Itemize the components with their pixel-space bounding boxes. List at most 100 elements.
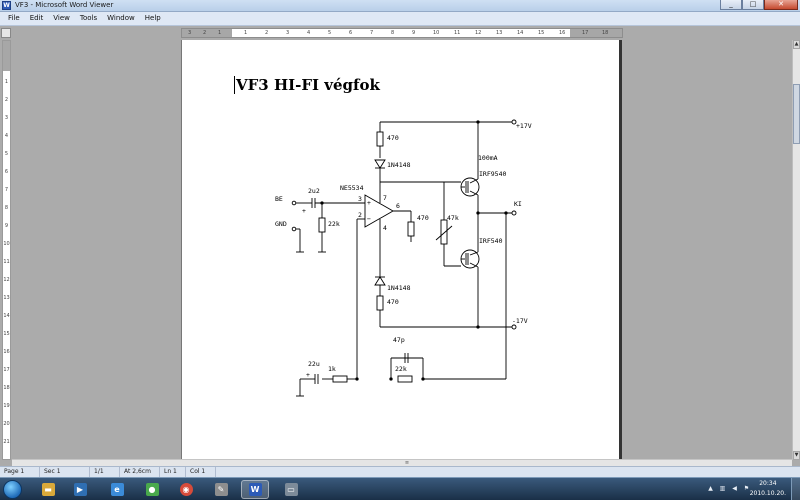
- ruler-number: 7: [370, 30, 374, 36]
- ruler-number: 2: [4, 97, 9, 103]
- amplifier-schematic: 470 +17V 1N4148 100mA NE5534 IRF9540 BE …: [275, 119, 532, 397]
- ruler-top-margin: [3, 41, 10, 71]
- ruler-number: 18: [602, 30, 609, 36]
- status-position: At 2,6cm: [120, 467, 160, 477]
- ruler-number: 1: [218, 30, 222, 36]
- document-area: VF3 HI-FI végfok 470 +17V 1N4148 100mA N…: [12, 40, 792, 460]
- vertical-ruler[interactable]: 1 2 3 4 5 6 7 8 9 10 11 12 13 14 15 16 17 18 19 20 21: [2, 40, 11, 460]
- label-mosfet-p: IRF9540: [479, 170, 506, 178]
- ruler-number: 16: [559, 30, 566, 36]
- tray-arrow-icon[interactable]: ▲: [706, 484, 715, 493]
- ruler-number: 13: [3, 295, 10, 301]
- status-line: Ln 1: [160, 467, 186, 477]
- ruler-number: 15: [3, 331, 10, 337]
- close-button[interactable]: ✕: [764, 0, 798, 10]
- ruler-number: 3: [188, 30, 192, 36]
- network-drive-icon[interactable]: ▭: [277, 480, 305, 499]
- ruler-number: 19: [3, 403, 10, 409]
- taskbar: ▬ ▶ e ● ◉ ✎ W ▭ ▲ ▥ ◀ ⚑ 20:34 2010.10.20…: [0, 477, 800, 500]
- label-cap-fb: 47p: [393, 336, 405, 344]
- paint-icon[interactable]: ✎: [207, 480, 235, 499]
- ruler-number: 21: [3, 439, 10, 445]
- ruler-number: 7: [4, 187, 9, 193]
- chrome-icon[interactable]: ◉: [172, 480, 200, 499]
- minimize-button[interactable]: _: [720, 0, 742, 10]
- clock[interactable]: 20:34 2010.10.20.: [750, 479, 786, 499]
- document-page[interactable]: VF3 HI-FI végfok 470 +17V 1N4148 100mA N…: [181, 40, 622, 460]
- label-pin2: 2: [358, 211, 362, 219]
- title-bar: W VF3 - Microsoft Word Viewer _ □ ✕: [0, 0, 800, 12]
- label-cap-plus: +: [302, 207, 306, 215]
- menu-tools[interactable]: Tools: [75, 12, 102, 25]
- label-minus: −: [367, 215, 371, 223]
- ruler-number: 9: [412, 30, 416, 36]
- label-r-mid: 470: [417, 214, 429, 222]
- label-pin3: 3: [358, 195, 362, 203]
- menu-window[interactable]: Window: [102, 12, 140, 25]
- menu-edit[interactable]: Edit: [25, 12, 49, 25]
- show-desktop-button[interactable]: [791, 478, 800, 500]
- schematic-labels: 470 +17V 1N4148 100mA NE5534 IRF9540 BE …: [275, 122, 532, 379]
- ruler-number: 15: [538, 30, 545, 36]
- scroll-up-arrow-icon[interactable]: ▲: [793, 40, 800, 49]
- label-opamp: NE5534: [340, 184, 364, 192]
- ruler-number: 17: [3, 367, 10, 373]
- word-viewer-icon[interactable]: W: [241, 480, 269, 499]
- ruler-number: 14: [517, 30, 524, 36]
- label-supply-neg: -17V: [512, 317, 528, 325]
- ruler-number: 10: [3, 241, 10, 247]
- label-supply-pos: +17V: [516, 122, 532, 130]
- word-viewer-icon[interactable]: W: [2, 1, 11, 10]
- label-plus: +: [367, 199, 371, 207]
- status-page-count: 1/1: [90, 467, 120, 477]
- volume-icon[interactable]: ◀: [730, 484, 739, 493]
- status-bar: Page 1 Sec 1 1/1 At 2,6cm Ln 1 Col 1: [0, 466, 800, 477]
- ruler-number: 14: [3, 313, 10, 319]
- messenger-icon[interactable]: ●: [138, 480, 166, 499]
- ruler-right-margin: [570, 29, 622, 37]
- media-player-icon[interactable]: ▶: [66, 480, 94, 499]
- ruler-number: 3: [4, 115, 9, 121]
- ruler-number: 18: [3, 385, 10, 391]
- scroll-down-arrow-icon[interactable]: ▼: [793, 451, 800, 460]
- network-icon[interactable]: ▥: [718, 484, 727, 493]
- ruler-number: 4: [4, 133, 9, 139]
- menu-bar: File Edit View Tools Window Help: [0, 12, 800, 26]
- ruler-number: 8: [4, 205, 9, 211]
- ruler-number: 20: [3, 421, 10, 427]
- ruler-number: 11: [454, 30, 461, 36]
- window-controls: _ □ ✕: [720, 0, 798, 11]
- ruler-number: 13: [496, 30, 503, 36]
- menu-view[interactable]: View: [48, 12, 75, 25]
- label-pin7: 7: [383, 194, 387, 202]
- horizontal-scrollbar[interactable]: ≡: [12, 459, 792, 466]
- start-button[interactable]: [3, 480, 22, 499]
- window-title: VF3 - Microsoft Word Viewer: [15, 1, 114, 9]
- ruler-number: 1: [244, 30, 248, 36]
- status-column: Col 1: [186, 467, 216, 477]
- clock-date: 2010.10.20.: [749, 490, 786, 497]
- internet-explorer-icon[interactable]: e: [103, 480, 131, 499]
- vertical-scrollbar[interactable]: ▲ ▼: [792, 40, 800, 460]
- label-pin4: 4: [383, 224, 387, 232]
- ruler-number: 17: [582, 30, 589, 36]
- system-tray: ▲ ▥ ◀ ⚑ 20:34 2010.10.20.: [700, 478, 800, 500]
- menu-file[interactable]: File: [3, 12, 25, 25]
- horizontal-ruler[interactable]: 3 2 1 1 2 3 4 5 6 7 8 9 10 11 12 13 14 15 16 17 18: [181, 28, 623, 38]
- explorer-icon[interactable]: ▬: [34, 480, 62, 499]
- label-r-in: 22k: [328, 220, 340, 228]
- maximize-button[interactable]: □: [742, 0, 764, 10]
- tab-selector-button[interactable]: [1, 28, 11, 38]
- ruler-number: 6: [349, 30, 353, 36]
- scroll-thumb[interactable]: [793, 84, 800, 144]
- label-diode-bottom: 1N4148: [387, 284, 411, 292]
- ruler-number: 10: [433, 30, 440, 36]
- label-cap-in: 2u2: [308, 187, 320, 195]
- ruler-number: 9: [4, 223, 9, 229]
- label-input: BE: [275, 195, 283, 203]
- menu-help[interactable]: Help: [140, 12, 166, 25]
- label-output: KI: [514, 200, 522, 208]
- word-viewer-window: W VF3 - Microsoft Word Viewer _ □ ✕ File…: [0, 0, 800, 500]
- ruler-number: 2: [265, 30, 269, 36]
- label-mosfet-n: IRF540: [479, 237, 503, 245]
